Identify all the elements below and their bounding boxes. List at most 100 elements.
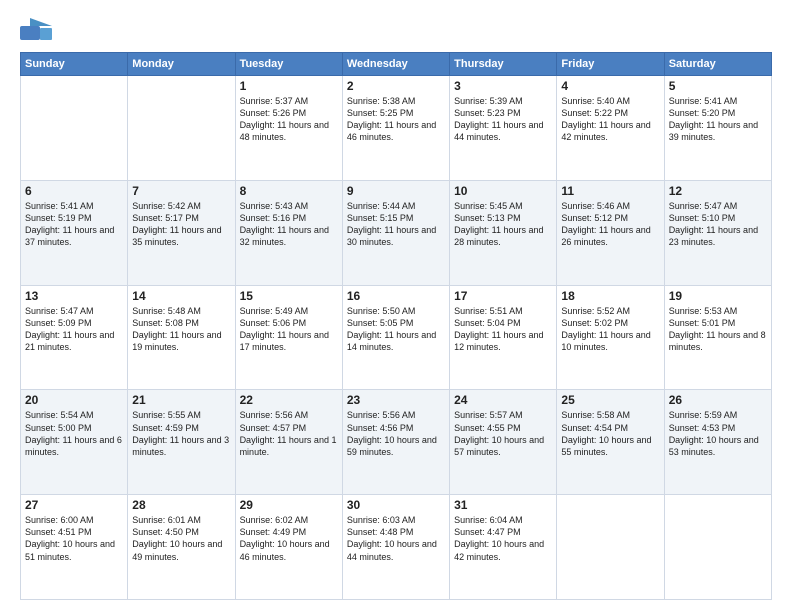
cell-content: Sunrise: 5:45 AM Sunset: 5:13 PM Dayligh… — [454, 200, 552, 249]
sunrise-text: Sunrise: 5:57 AM — [454, 409, 552, 421]
sunrise-text: Sunrise: 5:37 AM — [240, 95, 338, 107]
calendar-cell: 24 Sunrise: 5:57 AM Sunset: 4:55 PM Dayl… — [450, 390, 557, 495]
daylight-text: Daylight: 10 hours and 51 minutes. — [25, 538, 123, 562]
day-number: 16 — [347, 289, 445, 303]
cell-content: Sunrise: 5:54 AM Sunset: 5:00 PM Dayligh… — [25, 409, 123, 458]
sunset-text: Sunset: 5:25 PM — [347, 107, 445, 119]
calendar-cell: 17 Sunrise: 5:51 AM Sunset: 5:04 PM Dayl… — [450, 285, 557, 390]
sunrise-text: Sunrise: 6:02 AM — [240, 514, 338, 526]
day-number: 12 — [669, 184, 767, 198]
sunrise-text: Sunrise: 5:38 AM — [347, 95, 445, 107]
sunset-text: Sunset: 4:54 PM — [561, 422, 659, 434]
sunset-text: Sunset: 5:19 PM — [25, 212, 123, 224]
calendar-cell — [557, 495, 664, 600]
weekday-header-cell: Thursday — [450, 53, 557, 76]
calendar-cell — [21, 76, 128, 181]
calendar-cell: 8 Sunrise: 5:43 AM Sunset: 5:16 PM Dayli… — [235, 180, 342, 285]
sunrise-text: Sunrise: 5:47 AM — [669, 200, 767, 212]
sunrise-text: Sunrise: 5:55 AM — [132, 409, 230, 421]
day-number: 22 — [240, 393, 338, 407]
cell-content: Sunrise: 5:53 AM Sunset: 5:01 PM Dayligh… — [669, 305, 767, 354]
cell-content: Sunrise: 5:52 AM Sunset: 5:02 PM Dayligh… — [561, 305, 659, 354]
calendar-cell: 11 Sunrise: 5:46 AM Sunset: 5:12 PM Dayl… — [557, 180, 664, 285]
day-number: 11 — [561, 184, 659, 198]
calendar-cell: 29 Sunrise: 6:02 AM Sunset: 4:49 PM Dayl… — [235, 495, 342, 600]
daylight-text: Daylight: 10 hours and 53 minutes. — [669, 434, 767, 458]
day-number: 29 — [240, 498, 338, 512]
sunrise-text: Sunrise: 5:50 AM — [347, 305, 445, 317]
daylight-text: Daylight: 11 hours and 46 minutes. — [347, 119, 445, 143]
cell-content: Sunrise: 5:40 AM Sunset: 5:22 PM Dayligh… — [561, 95, 659, 144]
daylight-text: Daylight: 10 hours and 44 minutes. — [347, 538, 445, 562]
calendar-cell: 9 Sunrise: 5:44 AM Sunset: 5:15 PM Dayli… — [342, 180, 449, 285]
sunset-text: Sunset: 5:01 PM — [669, 317, 767, 329]
sunrise-text: Sunrise: 5:59 AM — [669, 409, 767, 421]
weekday-header-cell: Tuesday — [235, 53, 342, 76]
sunrise-text: Sunrise: 6:04 AM — [454, 514, 552, 526]
day-number: 28 — [132, 498, 230, 512]
calendar-week-row: 27 Sunrise: 6:00 AM Sunset: 4:51 PM Dayl… — [21, 495, 772, 600]
day-number: 10 — [454, 184, 552, 198]
sunrise-text: Sunrise: 5:44 AM — [347, 200, 445, 212]
calendar-cell — [128, 76, 235, 181]
daylight-text: Daylight: 11 hours and 48 minutes. — [240, 119, 338, 143]
daylight-text: Daylight: 11 hours and 30 minutes. — [347, 224, 445, 248]
cell-content: Sunrise: 6:04 AM Sunset: 4:47 PM Dayligh… — [454, 514, 552, 563]
sunrise-text: Sunrise: 5:56 AM — [347, 409, 445, 421]
daylight-text: Daylight: 11 hours and 10 minutes. — [561, 329, 659, 353]
sunrise-text: Sunrise: 5:51 AM — [454, 305, 552, 317]
weekday-header-cell: Wednesday — [342, 53, 449, 76]
sunset-text: Sunset: 5:20 PM — [669, 107, 767, 119]
sunrise-text: Sunrise: 6:03 AM — [347, 514, 445, 526]
sunset-text: Sunset: 4:49 PM — [240, 526, 338, 538]
calendar-cell: 13 Sunrise: 5:47 AM Sunset: 5:09 PM Dayl… — [21, 285, 128, 390]
cell-content: Sunrise: 6:01 AM Sunset: 4:50 PM Dayligh… — [132, 514, 230, 563]
sunset-text: Sunset: 5:00 PM — [25, 422, 123, 434]
sunset-text: Sunset: 4:59 PM — [132, 422, 230, 434]
cell-content: Sunrise: 5:47 AM Sunset: 5:10 PM Dayligh… — [669, 200, 767, 249]
day-number: 18 — [561, 289, 659, 303]
sunset-text: Sunset: 5:10 PM — [669, 212, 767, 224]
day-number: 2 — [347, 79, 445, 93]
cell-content: Sunrise: 6:03 AM Sunset: 4:48 PM Dayligh… — [347, 514, 445, 563]
sunset-text: Sunset: 5:05 PM — [347, 317, 445, 329]
sunset-text: Sunset: 4:47 PM — [454, 526, 552, 538]
day-number: 13 — [25, 289, 123, 303]
sunrise-text: Sunrise: 5:41 AM — [25, 200, 123, 212]
calendar-cell: 26 Sunrise: 5:59 AM Sunset: 4:53 PM Dayl… — [664, 390, 771, 495]
day-number: 25 — [561, 393, 659, 407]
daylight-text: Daylight: 11 hours and 35 minutes. — [132, 224, 230, 248]
sunset-text: Sunset: 5:09 PM — [25, 317, 123, 329]
logo-icon — [20, 18, 52, 44]
day-number: 31 — [454, 498, 552, 512]
cell-content: Sunrise: 5:49 AM Sunset: 5:06 PM Dayligh… — [240, 305, 338, 354]
cell-content: Sunrise: 6:00 AM Sunset: 4:51 PM Dayligh… — [25, 514, 123, 563]
weekday-header: SundayMondayTuesdayWednesdayThursdayFrid… — [21, 53, 772, 76]
cell-content: Sunrise: 5:38 AM Sunset: 5:25 PM Dayligh… — [347, 95, 445, 144]
cell-content: Sunrise: 5:48 AM Sunset: 5:08 PM Dayligh… — [132, 305, 230, 354]
calendar-body: 1 Sunrise: 5:37 AM Sunset: 5:26 PM Dayli… — [21, 76, 772, 600]
sunrise-text: Sunrise: 5:39 AM — [454, 95, 552, 107]
calendar-cell: 31 Sunrise: 6:04 AM Sunset: 4:47 PM Dayl… — [450, 495, 557, 600]
cell-content: Sunrise: 5:57 AM Sunset: 4:55 PM Dayligh… — [454, 409, 552, 458]
sunrise-text: Sunrise: 5:58 AM — [561, 409, 659, 421]
calendar-cell: 14 Sunrise: 5:48 AM Sunset: 5:08 PM Dayl… — [128, 285, 235, 390]
calendar-cell: 19 Sunrise: 5:53 AM Sunset: 5:01 PM Dayl… — [664, 285, 771, 390]
day-number: 8 — [240, 184, 338, 198]
sunrise-text: Sunrise: 5:41 AM — [669, 95, 767, 107]
calendar-cell: 1 Sunrise: 5:37 AM Sunset: 5:26 PM Dayli… — [235, 76, 342, 181]
day-number: 14 — [132, 289, 230, 303]
sunrise-text: Sunrise: 6:01 AM — [132, 514, 230, 526]
calendar-week-row: 20 Sunrise: 5:54 AM Sunset: 5:00 PM Dayl… — [21, 390, 772, 495]
daylight-text: Daylight: 11 hours and 19 minutes. — [132, 329, 230, 353]
cell-content: Sunrise: 5:55 AM Sunset: 4:59 PM Dayligh… — [132, 409, 230, 458]
daylight-text: Daylight: 11 hours and 28 minutes. — [454, 224, 552, 248]
daylight-text: Daylight: 11 hours and 14 minutes. — [347, 329, 445, 353]
sunrise-text: Sunrise: 5:53 AM — [669, 305, 767, 317]
sunset-text: Sunset: 4:53 PM — [669, 422, 767, 434]
weekday-header-cell: Saturday — [664, 53, 771, 76]
day-number: 1 — [240, 79, 338, 93]
sunrise-text: Sunrise: 5:52 AM — [561, 305, 659, 317]
sunset-text: Sunset: 5:13 PM — [454, 212, 552, 224]
day-number: 24 — [454, 393, 552, 407]
